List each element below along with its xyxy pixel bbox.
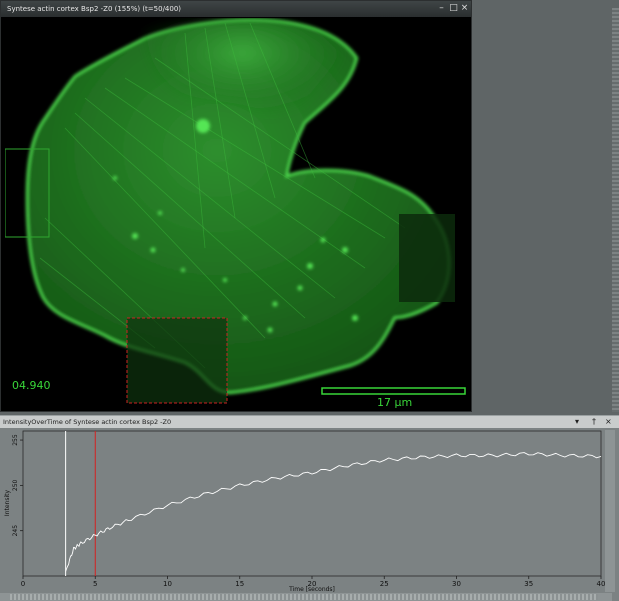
x-tick-label-5: 25 xyxy=(380,580,389,588)
scale-bar-label: 17 μm xyxy=(377,396,413,409)
minimize-icon[interactable]: – xyxy=(436,3,447,14)
microscopy-image[interactable]: 04.940 17 μm xyxy=(5,18,469,410)
maximize-icon[interactable]: □ xyxy=(448,3,459,14)
intensity-chart[interactable]: 0 5 10 15 20 25 30 35 40245250255 Time [seconds]… xyxy=(0,428,619,594)
x-tick-label-1: 5 xyxy=(93,580,97,588)
close-icon[interactable]: × xyxy=(605,417,612,427)
x-tick-label-6: 30 xyxy=(452,580,461,588)
y-tick-label-0: 245 xyxy=(12,525,19,537)
x-tick-label-3: 15 xyxy=(235,580,244,588)
y-axis-label: Intensity xyxy=(4,489,11,516)
x-tick-label-7: 35 xyxy=(524,580,533,588)
plot-area xyxy=(22,430,602,577)
pin-icon[interactable]: † xyxy=(592,417,596,427)
plot-vertical-scrollbar[interactable] xyxy=(605,430,615,592)
plot-titlebar[interactable]: IntensityOverTime of Syntese actin corte… xyxy=(0,416,619,428)
chevron-down-icon[interactable]: ▾ xyxy=(575,417,579,427)
y-tick-label-2: 255 xyxy=(12,434,19,446)
plot-scroll-thumb[interactable] xyxy=(10,594,598,600)
right-scrollbar[interactable] xyxy=(612,8,619,412)
right-panel xyxy=(472,0,619,412)
image-window[interactable]: Syntese actin cortex Bsp2 -Z0 (155%) (t=… xyxy=(0,0,472,412)
scale-bar xyxy=(321,387,466,395)
x-tick-label-2: 10 xyxy=(163,580,172,588)
timestamp-label: 04.940 xyxy=(12,379,51,392)
y-tick-label-1: 250 xyxy=(12,479,19,491)
plot-title: IntensityOverTime of Syntese actin corte… xyxy=(3,418,172,426)
image-window-titlebar[interactable]: Syntese actin cortex Bsp2 -Z0 (155%) (t=… xyxy=(1,1,471,17)
close-icon[interactable]: × xyxy=(459,3,470,14)
x-tick-label-0: 0 xyxy=(21,580,25,588)
x-axis-label: Time [seconds] xyxy=(288,586,335,593)
cell-fluorescence-image xyxy=(5,18,466,404)
intensity-plot-panel[interactable]: IntensityOverTime of Syntese actin corte… xyxy=(0,415,619,601)
image-window-title: Syntese actin cortex Bsp2 -Z0 (155%) (t=… xyxy=(7,5,182,13)
